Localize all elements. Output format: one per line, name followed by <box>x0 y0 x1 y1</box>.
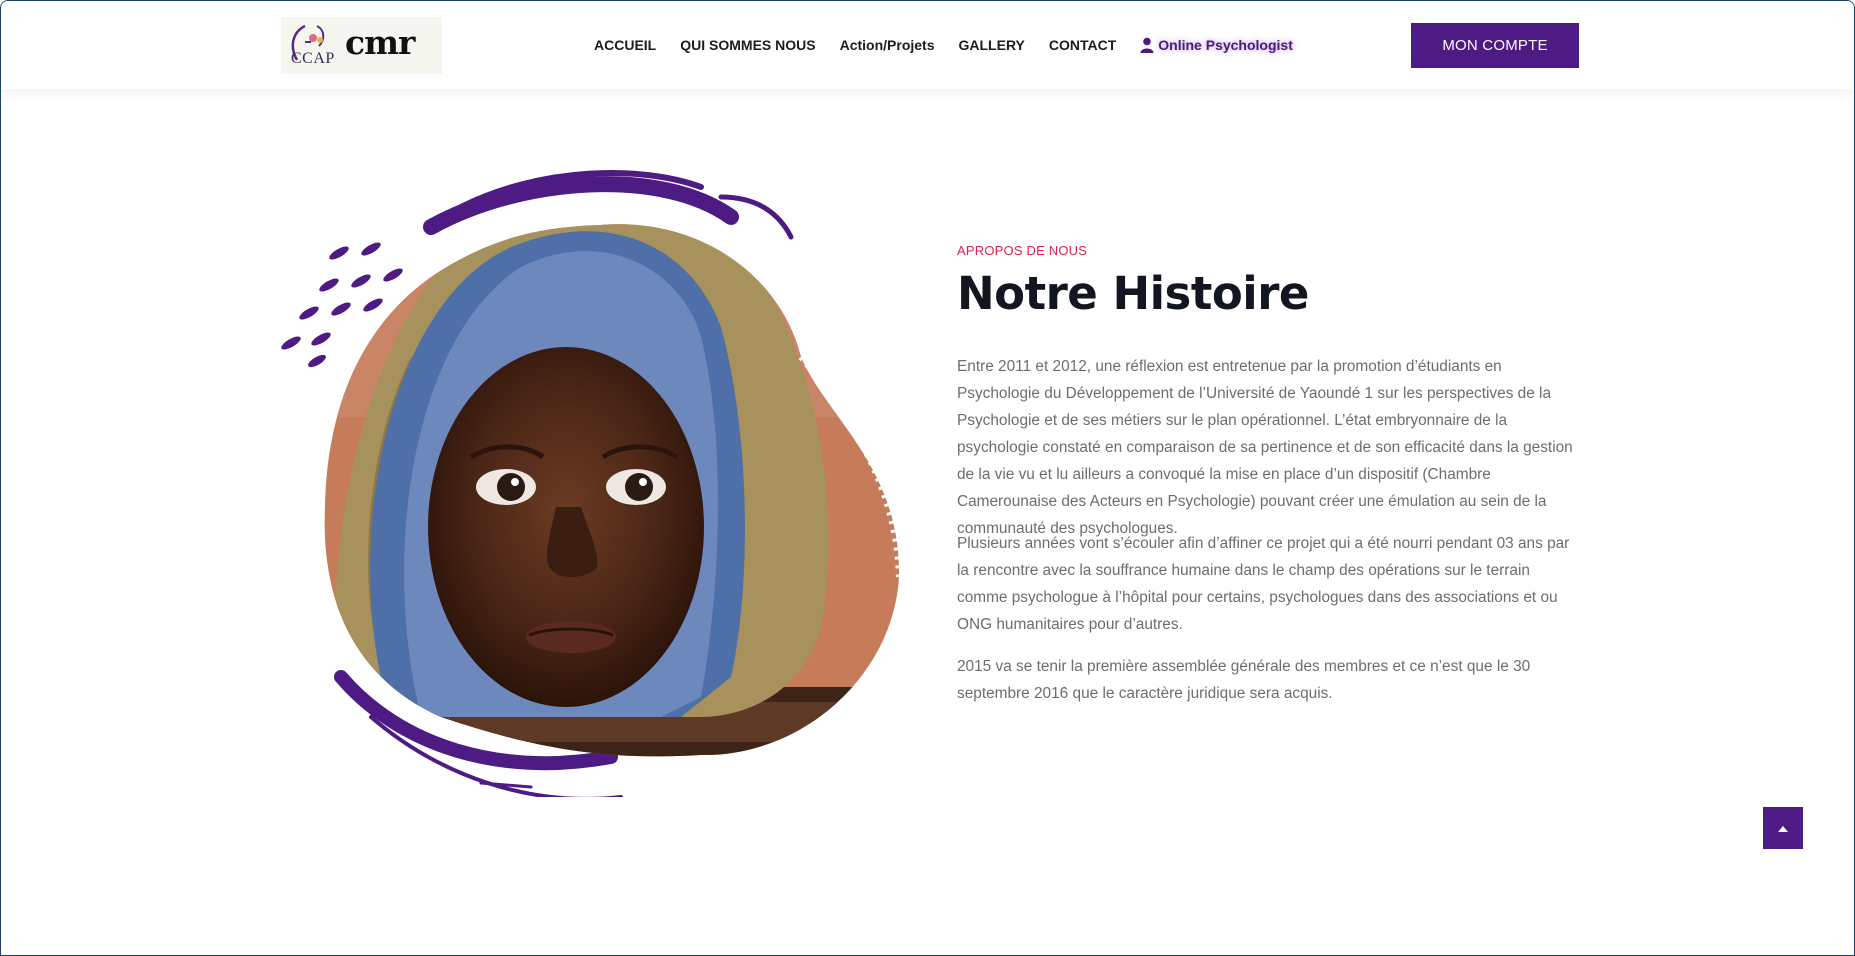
page-title: Notre Histoire <box>957 267 1309 320</box>
arrow-up-icon <box>1778 819 1788 837</box>
nav-item-gallery[interactable]: GALLERY <box>959 37 1025 53</box>
logo-text: cmr <box>345 23 415 62</box>
about-paragraph-1: Entre 2011 et 2012, une réflexion est en… <box>957 358 1573 537</box>
nav-item-contact[interactable]: CONTACT <box>1049 37 1116 53</box>
about-paragraph-3: 2015 va se tenir la première assemblée g… <box>957 658 1531 702</box>
nav-item-online-psychologist[interactable]: Online Psychologist <box>1140 37 1293 53</box>
logo-mark-text: CCAP <box>291 49 335 67</box>
nav-item-action-projets[interactable]: Action/Projets <box>840 37 935 53</box>
nav-item-qui-sommes-nous[interactable]: QUI SOMMES NOUS <box>680 37 815 53</box>
back-to-top-button[interactable] <box>1763 807 1803 849</box>
site-header: CCAP cmr ACCUEIL QUI SOMMES NOUS Action/… <box>1 1 1854 89</box>
section-eyebrow: APROPOS DE NOUS <box>957 243 1088 258</box>
online-psychologist-label: Online Psychologist <box>1158 37 1293 53</box>
mon-compte-button[interactable]: MON COMPTE <box>1411 23 1579 68</box>
browser-viewport: CCAP cmr ACCUEIL QUI SOMMES NOUS Action/… <box>0 0 1855 956</box>
about-hero-image <box>281 157 911 801</box>
person-icon <box>1140 37 1154 53</box>
main-nav: ACCUEIL QUI SOMMES NOUS Action/Projets G… <box>594 37 1293 53</box>
logo-mark: CCAP <box>285 20 345 72</box>
nav-item-accueil[interactable]: ACCUEIL <box>594 37 656 53</box>
site-logo[interactable]: CCAP cmr <box>281 17 442 74</box>
about-paragraph-2: Plusieurs années vont s’écouler afin d’a… <box>957 535 1570 633</box>
